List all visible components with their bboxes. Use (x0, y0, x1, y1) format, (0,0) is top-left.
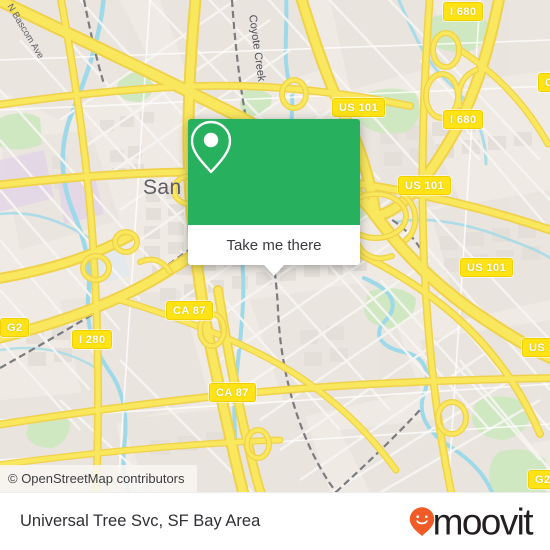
highway-shield-label: CA 87 (173, 305, 206, 317)
moovit-wordmark: moovit (432, 501, 534, 542)
popup-image-area[interactable] (188, 119, 360, 225)
moovit-smiley-pin-icon (409, 507, 434, 536)
place-title: Universal Tree Svc, SF Bay Area (20, 512, 261, 530)
highway-shield: I 680 (443, 2, 484, 21)
highway-shield-label: US 101 (467, 262, 507, 274)
highway-shield: CA 87 (166, 301, 213, 320)
highway-shield: G2 (0, 318, 30, 337)
highway-shield: G (538, 73, 550, 92)
highway-shield: I 680 (443, 110, 484, 129)
highway-shield: I 280 (72, 330, 113, 349)
location-popup[interactable]: Take me there (188, 119, 360, 276)
location-pin-icon (190, 120, 232, 174)
highway-shield: CA 87 (209, 383, 256, 402)
footer-bar: Universal Tree Svc, SF Bay Area moovit (0, 492, 550, 550)
highway-shield: US 101 (332, 98, 386, 117)
highway-shield-label: US 101 (339, 102, 379, 114)
highway-shield-label: G2 (7, 322, 23, 334)
highway-shield-label: I 680 (450, 114, 477, 126)
highway-shield-label: I 680 (450, 6, 477, 18)
highway-shield-label: US 101 (405, 180, 445, 192)
take-me-there-button[interactable]: Take me there (188, 225, 360, 265)
map-canvas[interactable]: San J Coyote Creek N Bascom Ave US 101 I … (0, 0, 550, 492)
popup-tail (264, 264, 284, 276)
highway-shield-label: US 101 (529, 342, 550, 354)
highway-shield-label: I 280 (79, 334, 106, 346)
highway-shield: US 101 (398, 176, 452, 195)
highway-shield-label: G21 (535, 474, 550, 486)
highway-shield-label: G (545, 77, 550, 89)
highway-shield: US 101 (522, 338, 550, 357)
highway-shield: G21 (528, 470, 550, 489)
highway-shield-label: CA 87 (216, 387, 249, 399)
highway-shield: US 101 (460, 258, 514, 277)
map-screen: San J Coyote Creek N Bascom Ave US 101 I … (0, 0, 550, 550)
osm-attribution[interactable]: © OpenStreetMap contributors (0, 465, 197, 492)
moovit-logo[interactable]: moovit (409, 501, 534, 542)
